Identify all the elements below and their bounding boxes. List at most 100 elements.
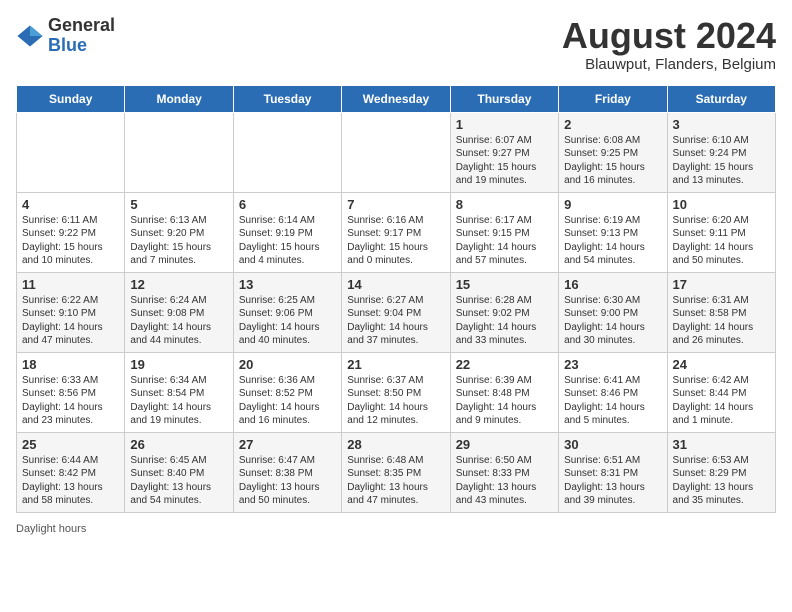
week-row-1: 1 Sunrise: 6:07 AMSunset: 9:27 PMDaylight… xyxy=(17,112,776,192)
day-info: Sunrise: 6:07 AMSunset: 9:27 PMDaylight:… xyxy=(456,134,553,188)
day-number: 7 xyxy=(347,197,444,212)
day-cell: 1 Sunrise: 6:07 AMSunset: 9:27 PMDaylight… xyxy=(450,112,558,192)
day-number: 2 xyxy=(564,117,661,132)
day-cell: 26Sunrise: 6:45 AMSunset: 8:40 PMDayligh… xyxy=(125,432,233,512)
day-info: Sunrise: 6:37 AMSunset: 8:50 PMDaylight:… xyxy=(347,374,444,428)
day-info: Sunrise: 6:16 AMSunset: 9:17 PMDaylight:… xyxy=(347,214,444,268)
day-info: Sunrise: 6:48 AMSunset: 8:35 PMDaylight:… xyxy=(347,454,444,508)
day-cell: 28 Sunrise: 6:48 AMSunset: 8:35 PMDayligh… xyxy=(342,432,450,512)
day-info: Sunrise: 6:17 AMSunset: 9:15 PMDaylight:… xyxy=(456,214,553,268)
day-cell: 12 Sunrise: 6:24 AMSunset: 9:08 PMDayligh… xyxy=(125,272,233,352)
page-header: General Blue August 2024 Blauwput, Fland… xyxy=(16,16,776,73)
day-info: Sunrise: 6:44 AMSunset: 8:42 PMDaylight:… xyxy=(22,454,119,508)
day-cell xyxy=(17,112,125,192)
day-number: 19 xyxy=(130,357,227,372)
week-row-2: 4 Sunrise: 6:11 AMSunset: 9:22 PMDaylight… xyxy=(17,192,776,272)
day-number: 20 xyxy=(239,357,336,372)
day-number: 25 xyxy=(22,437,119,452)
day-cell xyxy=(233,112,341,192)
day-cell: 7 Sunrise: 6:16 AMSunset: 9:17 PMDaylight… xyxy=(342,192,450,272)
day-info: Sunrise: 6:22 AMSunset: 9:10 PMDaylight:… xyxy=(22,294,119,348)
logo-blue-text: Blue xyxy=(48,36,115,56)
column-header-sunday: Sunday xyxy=(17,85,125,112)
day-cell: 16 Sunrise: 6:30 AMSunset: 9:00 PMDayligh… xyxy=(559,272,667,352)
logo-general-text: General xyxy=(48,16,115,36)
day-info: Sunrise: 6:53 AMSunset: 8:29 PMDaylight:… xyxy=(673,454,770,508)
day-info: Sunrise: 6:28 AMSunset: 9:02 PMDaylight:… xyxy=(456,294,553,348)
column-header-thursday: Thursday xyxy=(450,85,558,112)
main-title: August 2024 xyxy=(562,16,776,56)
week-row-3: 11 Sunrise: 6:22 AMSunset: 9:10 PMDayligh… xyxy=(17,272,776,352)
day-info: Sunrise: 6:41 AMSunset: 8:46 PMDaylight:… xyxy=(564,374,661,428)
week-row-4: 18Sunrise: 6:33 AMSunset: 8:56 PMDayligh… xyxy=(17,352,776,432)
day-info: Sunrise: 6:34 AMSunset: 8:54 PMDaylight:… xyxy=(130,374,227,428)
column-header-tuesday: Tuesday xyxy=(233,85,341,112)
day-number: 16 xyxy=(564,277,661,292)
week-row-5: 25 Sunrise: 6:44 AMSunset: 8:42 PMDayligh… xyxy=(17,432,776,512)
day-cell: 23 Sunrise: 6:41 AMSunset: 8:46 PMDayligh… xyxy=(559,352,667,432)
day-number: 1 xyxy=(456,117,553,132)
day-cell: 3Sunrise: 6:10 AMSunset: 9:24 PMDaylight… xyxy=(667,112,775,192)
day-cell xyxy=(342,112,450,192)
day-cell: 8 Sunrise: 6:17 AMSunset: 9:15 PMDaylight… xyxy=(450,192,558,272)
day-info: Sunrise: 6:24 AMSunset: 9:08 PMDaylight:… xyxy=(130,294,227,348)
day-number: 24 xyxy=(673,357,770,372)
day-number: 9 xyxy=(564,197,661,212)
day-number: 28 xyxy=(347,437,444,452)
day-number: 29 xyxy=(456,437,553,452)
day-number: 15 xyxy=(456,277,553,292)
day-number: 23 xyxy=(564,357,661,372)
day-info: Sunrise: 6:51 AMSunset: 8:31 PMDaylight:… xyxy=(564,454,661,508)
day-cell: 27 Sunrise: 6:47 AMSunset: 8:38 PMDayligh… xyxy=(233,432,341,512)
day-info: Sunrise: 6:08 AMSunset: 9:25 PMDaylight:… xyxy=(564,134,661,188)
day-cell: 4 Sunrise: 6:11 AMSunset: 9:22 PMDaylight… xyxy=(17,192,125,272)
day-cell: 31 Sunrise: 6:53 AMSunset: 8:29 PMDayligh… xyxy=(667,432,775,512)
day-number: 22 xyxy=(456,357,553,372)
day-cell: 30Sunrise: 6:51 AMSunset: 8:31 PMDayligh… xyxy=(559,432,667,512)
day-cell: 9 Sunrise: 6:19 AMSunset: 9:13 PMDaylight… xyxy=(559,192,667,272)
day-cell: 6Sunrise: 6:14 AMSunset: 9:19 PMDaylight… xyxy=(233,192,341,272)
day-info: Sunrise: 6:13 AMSunset: 9:20 PMDaylight:… xyxy=(130,214,227,268)
day-number: 4 xyxy=(22,197,119,212)
day-info: Sunrise: 6:11 AMSunset: 9:22 PMDaylight:… xyxy=(22,214,119,268)
day-info: Sunrise: 6:33 AMSunset: 8:56 PMDaylight:… xyxy=(22,374,119,428)
day-info: Sunrise: 6:30 AMSunset: 9:00 PMDaylight:… xyxy=(564,294,661,348)
day-info: Sunrise: 6:42 AMSunset: 8:44 PMDaylight:… xyxy=(673,374,770,428)
day-info: Sunrise: 6:19 AMSunset: 9:13 PMDaylight:… xyxy=(564,214,661,268)
day-cell: 29 Sunrise: 6:50 AMSunset: 8:33 PMDayligh… xyxy=(450,432,558,512)
subtitle: Blauwput, Flanders, Belgium xyxy=(562,56,776,73)
day-number: 21 xyxy=(347,357,444,372)
day-cell xyxy=(125,112,233,192)
day-number: 13 xyxy=(239,277,336,292)
day-cell: 15 Sunrise: 6:28 AMSunset: 9:02 PMDayligh… xyxy=(450,272,558,352)
day-number: 14 xyxy=(347,277,444,292)
day-info: Sunrise: 6:36 AMSunset: 8:52 PMDaylight:… xyxy=(239,374,336,428)
day-cell: 2 Sunrise: 6:08 AMSunset: 9:25 PMDaylight… xyxy=(559,112,667,192)
day-info: Sunrise: 6:31 AMSunset: 8:58 PMDaylight:… xyxy=(673,294,770,348)
day-number: 6 xyxy=(239,197,336,212)
day-number: 8 xyxy=(456,197,553,212)
calendar-header: SundayMondayTuesdayWednesdayThursdayFrid… xyxy=(17,85,776,112)
day-info: Sunrise: 6:47 AMSunset: 8:38 PMDaylight:… xyxy=(239,454,336,508)
day-cell: 24 Sunrise: 6:42 AMSunset: 8:44 PMDayligh… xyxy=(667,352,775,432)
day-number: 26 xyxy=(130,437,227,452)
footer-label: Daylight hours xyxy=(16,523,86,535)
day-number: 27 xyxy=(239,437,336,452)
logo-icon xyxy=(16,22,44,50)
day-cell: 17Sunrise: 6:31 AMSunset: 8:58 PMDayligh… xyxy=(667,272,775,352)
day-info: Sunrise: 6:50 AMSunset: 8:33 PMDaylight:… xyxy=(456,454,553,508)
day-info: Sunrise: 6:25 AMSunset: 9:06 PMDaylight:… xyxy=(239,294,336,348)
header-row: SundayMondayTuesdayWednesdayThursdayFrid… xyxy=(17,85,776,112)
column-header-friday: Friday xyxy=(559,85,667,112)
day-info: Sunrise: 6:27 AMSunset: 9:04 PMDaylight:… xyxy=(347,294,444,348)
day-number: 11 xyxy=(22,277,119,292)
calendar-table: SundayMondayTuesdayWednesdayThursdayFrid… xyxy=(16,85,776,513)
day-number: 12 xyxy=(130,277,227,292)
day-cell: 5 Sunrise: 6:13 AMSunset: 9:20 PMDaylight… xyxy=(125,192,233,272)
title-block: August 2024 Blauwput, Flanders, Belgium xyxy=(562,16,776,73)
day-cell: 19 Sunrise: 6:34 AMSunset: 8:54 PMDayligh… xyxy=(125,352,233,432)
column-header-wednesday: Wednesday xyxy=(342,85,450,112)
day-number: 10 xyxy=(673,197,770,212)
day-number: 5 xyxy=(130,197,227,212)
day-number: 31 xyxy=(673,437,770,452)
